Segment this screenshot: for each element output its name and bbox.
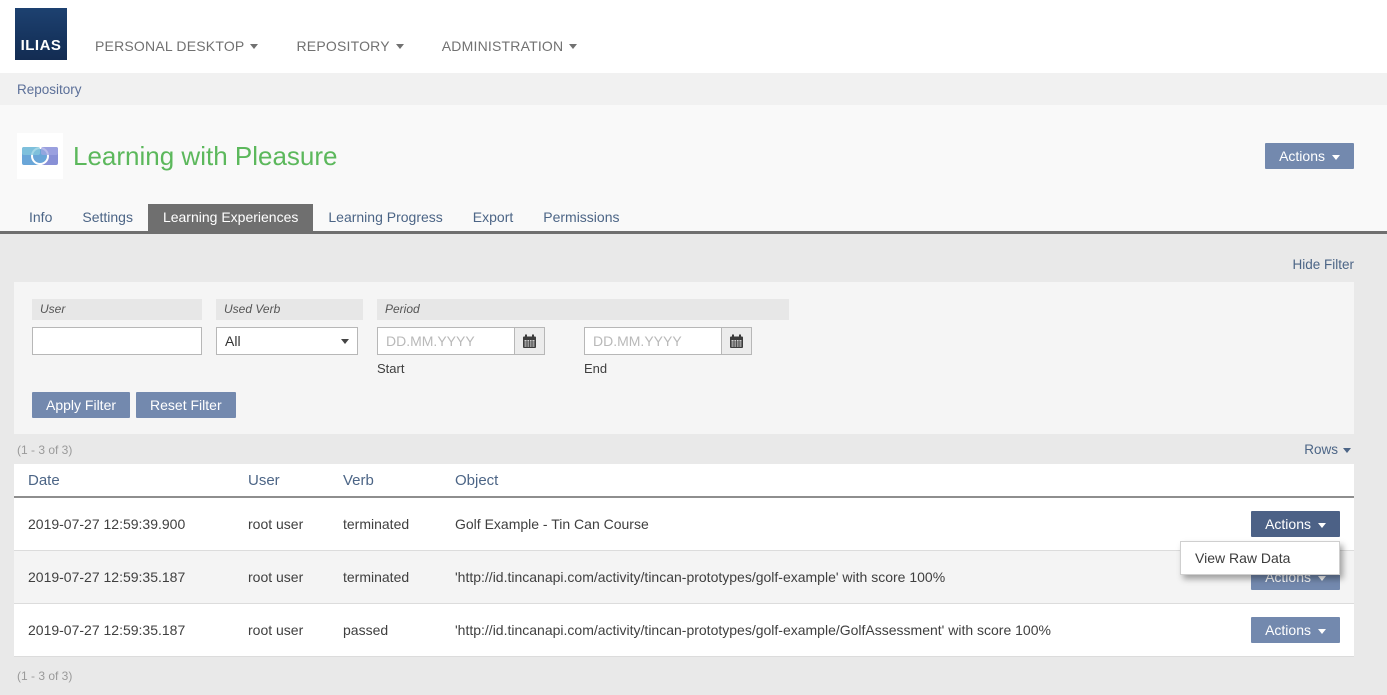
period-end-label: End — [584, 361, 752, 376]
chevron-down-icon — [1332, 155, 1340, 160]
filter-label-period: Period — [377, 299, 789, 320]
table-row: 2019-07-27 12:59:35.187 root user termin… — [14, 551, 1354, 604]
row-actions-label: Actions — [1265, 622, 1311, 638]
menu-repository-label: REPOSITORY — [296, 38, 389, 54]
cell-verb: terminated — [329, 551, 441, 604]
table-row: 2019-07-27 12:59:35.187 root user passed… — [14, 604, 1354, 657]
menu-personal-desktop[interactable]: PERSONAL DESKTOP — [95, 38, 258, 54]
apply-filter-button[interactable]: Apply Filter — [32, 392, 130, 418]
period-start-input[interactable] — [377, 327, 514, 355]
chevron-down-icon — [1318, 523, 1326, 528]
page-title: Learning with Pleasure — [73, 141, 1265, 172]
period-end-input[interactable] — [584, 327, 721, 355]
verb-select-value: All — [225, 333, 241, 349]
menu-administration[interactable]: ADMINISTRATION — [442, 38, 578, 54]
chevron-down-icon — [1318, 576, 1326, 581]
breadcrumb-repository-link[interactable]: Repository — [17, 82, 82, 97]
period-start-label: Start — [377, 361, 545, 376]
tab-learning-experiences[interactable]: Learning Experiences — [148, 204, 313, 231]
chevron-down-icon — [1318, 629, 1326, 634]
row-actions-label: Actions — [1265, 516, 1311, 532]
cell-verb: terminated — [329, 497, 441, 551]
page-actions-label: Actions — [1279, 148, 1325, 164]
breadcrumb: Repository — [0, 73, 1387, 105]
filter-panel: User Used Verb All Period — [14, 282, 1354, 434]
chevron-down-icon — [396, 44, 404, 49]
row-actions-button-open[interactable]: Actions — [1251, 511, 1340, 537]
cell-object: 'http://id.tincanapi.com/activity/tincan… — [441, 551, 1237, 604]
table-header-row: Date User Verb Object — [14, 464, 1354, 497]
tab-info[interactable]: Info — [14, 204, 67, 231]
tab-settings[interactable]: Settings — [67, 204, 148, 231]
result-range-bottom: (1 - 3 of 3) — [17, 669, 72, 683]
cell-object: 'http://id.tincanapi.com/activity/tincan… — [441, 604, 1237, 657]
table-row: 2019-07-27 12:59:39.900 root user termin… — [14, 497, 1354, 551]
tab-permissions[interactable]: Permissions — [528, 204, 634, 231]
calendar-button-end[interactable] — [721, 327, 752, 355]
menu-repository[interactable]: REPOSITORY — [296, 38, 403, 54]
page-header: Learning with Pleasure Actions Info Sett… — [0, 105, 1387, 234]
calendar-icon — [522, 334, 537, 349]
top-navigation-bar: ILIAS PERSONAL DESKTOP REPOSITORY ADMINI… — [0, 0, 1387, 73]
result-range-top: (1 - 3 of 3) — [17, 443, 72, 457]
filter-label-used-verb: Used Verb — [216, 299, 363, 320]
cell-user: root user — [234, 604, 329, 657]
user-filter-input[interactable] — [32, 327, 202, 355]
column-header-verb[interactable]: Verb — [329, 464, 441, 497]
learning-experiences-table: Date User Verb Object 2019-07-27 12:59:3… — [14, 464, 1354, 657]
rows-dropdown[interactable]: Rows — [1304, 442, 1351, 457]
cell-verb: passed — [329, 604, 441, 657]
select-arrow-icon — [341, 339, 349, 344]
column-header-object[interactable]: Object — [441, 464, 1237, 497]
main-menu: PERSONAL DESKTOP REPOSITORY ADMINISTRATI… — [95, 20, 577, 54]
calendar-icon — [729, 334, 744, 349]
menu-personal-desktop-label: PERSONAL DESKTOP — [95, 38, 244, 54]
cell-date: 2019-07-27 12:59:35.187 — [14, 604, 234, 657]
row-actions-button[interactable]: Actions — [1251, 617, 1340, 643]
chevron-down-icon — [569, 44, 577, 49]
page-actions-button[interactable]: Actions — [1265, 143, 1354, 169]
hide-filter-link[interactable]: Hide Filter — [1292, 257, 1354, 272]
cell-date: 2019-07-27 12:59:39.900 — [14, 497, 234, 551]
cell-object: Golf Example - Tin Can Course — [441, 497, 1237, 551]
column-header-actions — [1237, 464, 1354, 497]
menu-item-view-raw-data[interactable]: View Raw Data — [1181, 542, 1339, 574]
calendar-button-start[interactable] — [514, 327, 545, 355]
tincan-object-icon — [17, 133, 63, 179]
rows-dropdown-label: Rows — [1304, 442, 1338, 457]
tab-bar: Info Settings Learning Experiences Learn… — [0, 204, 1387, 234]
content-area: Hide Filter User Used Verb All Period — [0, 234, 1387, 695]
column-header-user[interactable]: User — [234, 464, 329, 497]
reset-filter-button[interactable]: Reset Filter — [136, 392, 236, 418]
chevron-down-icon — [250, 44, 258, 49]
filter-label-user: User — [32, 299, 202, 320]
cell-user: root user — [234, 497, 329, 551]
ilias-logo[interactable]: ILIAS — [15, 8, 67, 60]
cell-user: root user — [234, 551, 329, 604]
tab-learning-progress[interactable]: Learning Progress — [313, 204, 457, 231]
verb-select[interactable]: All — [216, 327, 358, 355]
column-header-date[interactable]: Date — [14, 464, 234, 497]
menu-administration-label: ADMINISTRATION — [442, 38, 564, 54]
cell-date: 2019-07-27 12:59:35.187 — [14, 551, 234, 604]
actions-dropdown-menu: View Raw Data — [1180, 541, 1340, 575]
tab-export[interactable]: Export — [458, 204, 528, 231]
chevron-down-icon — [1343, 448, 1351, 453]
